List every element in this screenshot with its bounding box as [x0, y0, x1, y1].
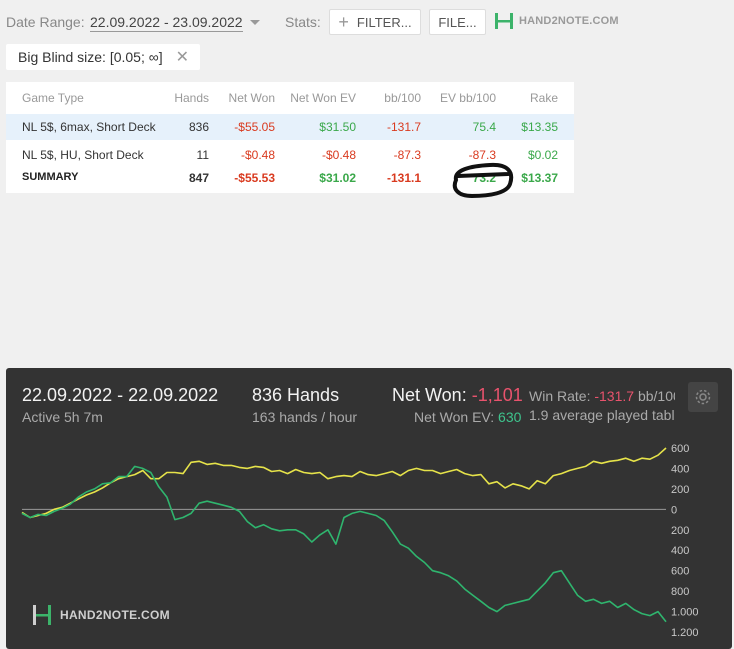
hand2note-logo: HAND2NOTE.COM	[494, 11, 619, 31]
header-game-type[interactable]: Game Type	[22, 91, 84, 105]
cell-hands: 11	[196, 148, 209, 162]
date-range-label: Date Range:	[6, 14, 85, 30]
y-tick-label: 400	[671, 463, 689, 475]
hand2note-watermark: HAND2NOTE.COM	[32, 604, 170, 626]
y-tick-label: 0	[671, 504, 677, 516]
header-rake[interactable]: Rake	[530, 91, 558, 105]
chevron-down-icon[interactable]	[250, 20, 260, 25]
cell-net-won: -$55.53	[234, 171, 275, 185]
cell-hands: 836	[188, 120, 209, 134]
hand2note-logo-icon	[495, 13, 513, 29]
cell-net-won-ev: -$0.48	[321, 148, 356, 162]
cell-game-type: NL 5$, 6max, Short Deck	[22, 120, 156, 134]
cell-net-won: -$0.48	[240, 148, 275, 162]
filter-chip: Big Blind size: [0.05; ∞] ✕	[6, 44, 200, 70]
cell-net-won-ev: $31.02	[319, 171, 356, 185]
filter-button[interactable]: + FILTER...	[329, 9, 421, 35]
y-tick-label: 600	[671, 566, 689, 578]
cell-ev-bb100: 75.4	[472, 120, 496, 134]
filter-chip-label: Big Blind size: [0.05; ∞]	[18, 49, 163, 65]
file-button[interactable]: FILE...	[429, 9, 486, 35]
cell-bb100: -87.3	[393, 148, 421, 162]
cell-net-won-ev: $31.50	[319, 120, 356, 134]
header-ev-bb100[interactable]: EV bb/100	[440, 91, 496, 105]
file-button-label: FILE...	[438, 14, 477, 30]
cell-rake: $13.35	[521, 120, 558, 134]
y-tick-label: 200	[671, 525, 689, 537]
y-tick-label: 400	[671, 545, 689, 557]
header-hands[interactable]: Hands	[174, 91, 209, 105]
date-range-select[interactable]: 22.09.2022 - 23.09.2022	[90, 14, 243, 32]
circle-annotation	[452, 162, 514, 199]
y-tick-label: 200	[671, 484, 689, 496]
cell-net-won: -$55.05	[234, 120, 275, 134]
watermark-text: HAND2NOTE.COM	[60, 608, 170, 622]
toolbar: Date Range: 22.09.2022 - 23.09.2022 Stat…	[0, 0, 734, 44]
net-won-line	[21, 465, 667, 623]
y-tick-label: 800	[671, 586, 689, 598]
header-bb100[interactable]: bb/100	[384, 91, 421, 105]
logo-text: HAND2NOTE.COM	[519, 15, 619, 27]
close-icon[interactable]: ✕	[176, 47, 189, 67]
plus-icon: +	[338, 12, 349, 32]
cell-bb100: -131.7	[386, 120, 421, 134]
header-net-won[interactable]: Net Won	[229, 91, 275, 105]
y-tick-label: 1.200	[671, 627, 699, 639]
cell-rake: $0.02	[527, 148, 558, 162]
y-tick-label: 1.000	[671, 607, 699, 619]
cell-summary-label: SUMMARY	[22, 171, 79, 183]
cell-bb100: -131.1	[386, 171, 421, 185]
header-net-won-ev[interactable]: Net Won EV	[290, 91, 356, 105]
y-tick-label: 600	[671, 443, 689, 455]
cell-game-type: NL 5$, HU, Short Deck	[22, 148, 144, 162]
filter-button-label: FILTER...	[356, 14, 412, 30]
stats-label: Stats:	[285, 14, 321, 30]
cell-rake: $13.37	[521, 171, 558, 185]
ev-line	[21, 447, 667, 519]
table-header: Game Type Hands Net Won Net Won EV bb/10…	[6, 86, 574, 110]
hand2note-logo-icon	[33, 605, 51, 625]
graph-panel: 22.09.2022 - 22.09.2022 Active 5h 7m 836…	[6, 368, 732, 649]
table-row[interactable]: NL 5$, 6max, Short Deck 836 -$55.05 $31.…	[6, 114, 574, 140]
cell-hands: 847	[188, 171, 209, 185]
